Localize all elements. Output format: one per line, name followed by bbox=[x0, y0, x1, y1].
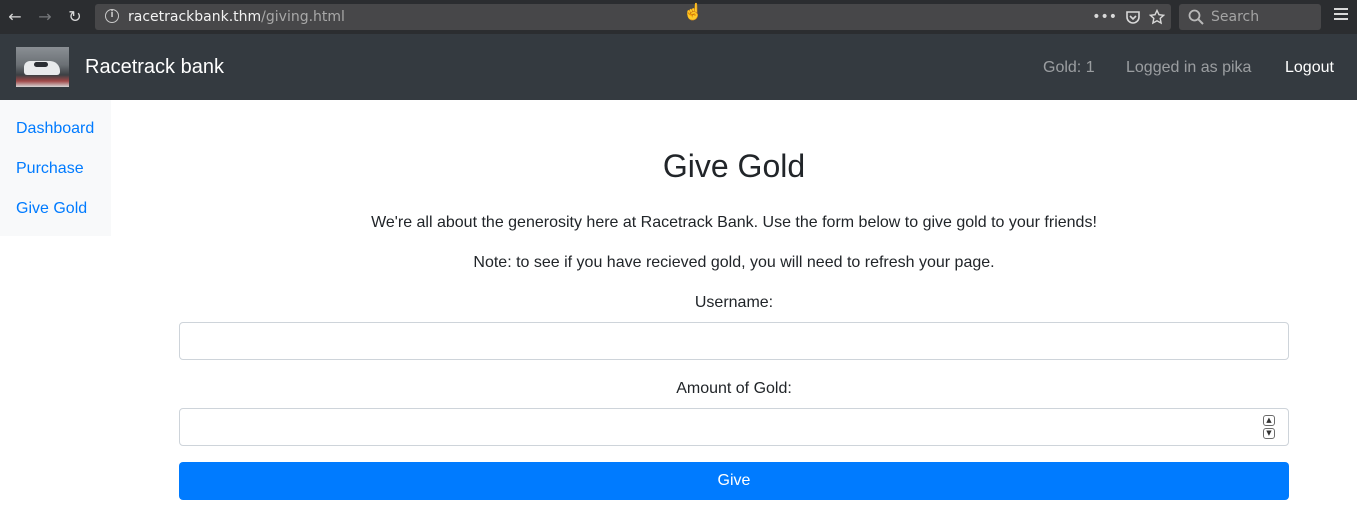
reload-icon[interactable]: ↻ bbox=[65, 7, 85, 27]
note-text: Note: to see if you have recieved gold, … bbox=[473, 254, 995, 271]
top-navbar: Racetrack bank Gold: 1 Logged in as pika… bbox=[0, 34, 1357, 100]
spin-down-icon[interactable]: ▼ bbox=[1263, 428, 1275, 439]
page-title: Give Gold bbox=[662, 148, 806, 184]
spin-up-icon[interactable]: ▲ bbox=[1263, 415, 1275, 426]
sidebar-item-dashboard[interactable]: Dashboard bbox=[16, 120, 94, 138]
username-label: Username: bbox=[694, 294, 774, 311]
page-actions-icon[interactable]: ••• bbox=[1092, 9, 1117, 25]
hamburger-menu-icon[interactable] bbox=[1334, 8, 1348, 26]
url-text[interactable]: racetrackbank.thm/giving.html bbox=[128, 9, 345, 25]
browser-search-field[interactable]: Search bbox=[1179, 4, 1321, 30]
intro-text: We're all about the generosity here at R… bbox=[371, 214, 1097, 231]
pocket-icon[interactable] bbox=[1125, 9, 1141, 25]
url-host: racetrackbank.thm bbox=[128, 9, 262, 25]
sidebar-item-purchase[interactable]: Purchase bbox=[16, 160, 84, 178]
hand-cursor-icon: ☝ bbox=[683, 4, 703, 21]
url-path: /giving.html bbox=[261, 9, 345, 25]
amount-label: Amount of Gold: bbox=[676, 380, 792, 397]
brand-logo-image[interactable] bbox=[16, 47, 69, 87]
search-icon bbox=[1188, 9, 1204, 25]
browser-toolbar: ← → ↻ i racetrackbank.thm/giving.html ••… bbox=[0, 0, 1357, 34]
forward-icon[interactable]: → bbox=[35, 7, 55, 27]
give-button[interactable]: Give bbox=[179, 462, 1289, 500]
site-info-icon[interactable]: i bbox=[105, 9, 119, 23]
search-placeholder: Search bbox=[1211, 9, 1260, 25]
logout-link[interactable]: Logout bbox=[1285, 59, 1334, 77]
back-icon[interactable]: ← bbox=[5, 7, 25, 27]
username-input[interactable] bbox=[179, 322, 1289, 360]
number-spinner[interactable]: ▲ ▼ bbox=[1263, 415, 1275, 439]
address-bar[interactable]: i racetrackbank.thm/giving.html ••• bbox=[95, 4, 1171, 30]
amount-input[interactable]: ▲ ▼ bbox=[179, 408, 1289, 446]
brand-name[interactable]: Racetrack bank bbox=[85, 56, 224, 79]
gold-balance: Gold: 1 bbox=[1043, 59, 1095, 76]
sidebar-item-give-gold[interactable]: Give Gold bbox=[16, 200, 87, 218]
bookmark-star-icon[interactable] bbox=[1149, 9, 1165, 25]
sidebar: Dashboard Purchase Give Gold bbox=[0, 100, 111, 236]
logged-in-user: Logged in as pika bbox=[1126, 59, 1252, 76]
